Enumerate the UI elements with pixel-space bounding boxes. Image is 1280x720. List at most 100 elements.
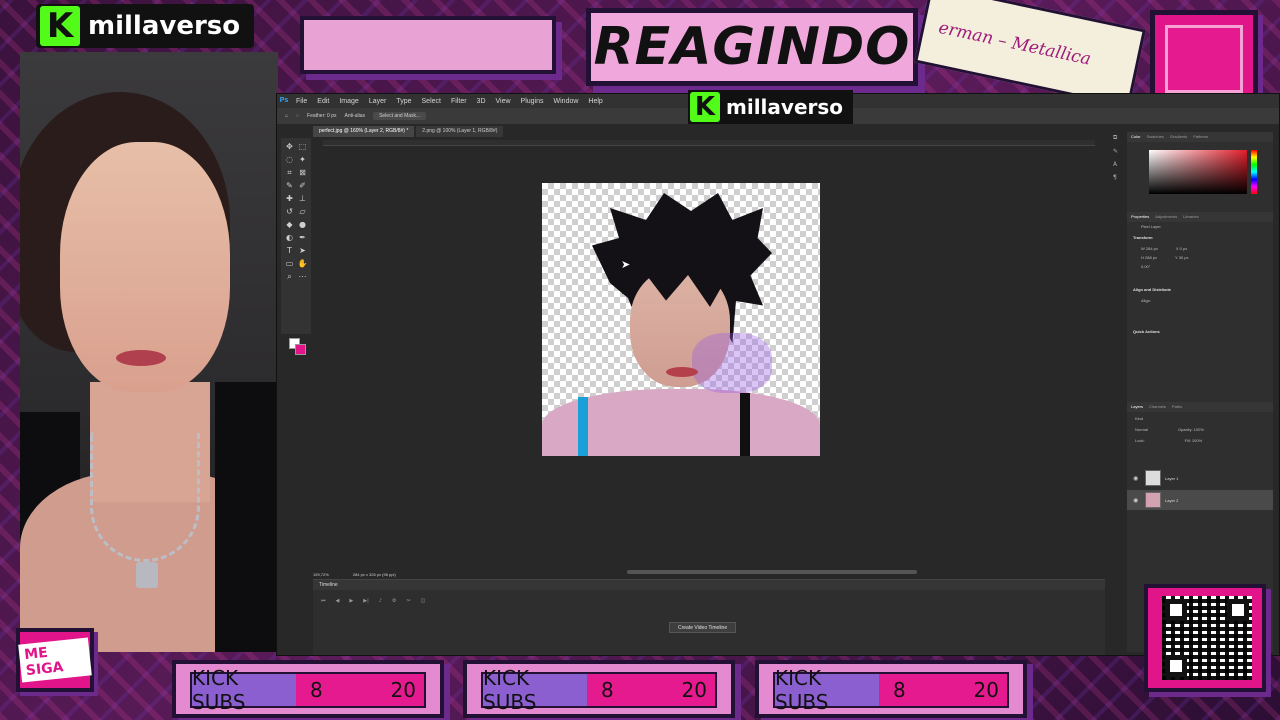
menu-plugins[interactable]: Plugins <box>516 98 549 105</box>
path-select-icon[interactable]: ➤ <box>297 245 308 256</box>
type-tool-icon[interactable]: T <box>284 245 295 256</box>
visibility-eye-icon[interactable]: ◉ <box>1133 475 1141 482</box>
menu-3d[interactable]: 3D <box>472 98 491 105</box>
stamp-tool-icon[interactable]: ⊥ <box>297 193 308 204</box>
brush-settings-icon[interactable]: ✎ <box>1113 148 1125 155</box>
follow-button[interactable]: ME SIGA <box>16 628 94 692</box>
tools-panel: ✥ ⬚ ◌ ✦ ⌗ ⊠ ✎ ✐ ✚ ⊥ ↺ ▱ ◆ ● ◐ ✒ T ➤ ▭ ✋ … <box>281 138 311 355</box>
dodge-tool-icon[interactable]: ◐ <box>284 232 295 243</box>
brush-tool-icon[interactable]: ✐ <box>297 180 308 191</box>
home-icon[interactable]: ⌂ <box>285 113 288 119</box>
eraser-icon[interactable]: ▱ <box>297 206 308 217</box>
tab-paths[interactable]: Paths <box>1172 404 1182 410</box>
document-canvas[interactable] <box>542 183 820 456</box>
document-size: 284 px x 326 px (96 ppi) <box>352 571 396 577</box>
right-panels: Color Swatches Gradients Patterns Proper… <box>1127 132 1273 652</box>
tab-properties[interactable]: Properties <box>1131 214 1149 220</box>
pen-tool-icon[interactable]: ✒ <box>297 232 308 243</box>
menu-filter[interactable]: Filter <box>446 98 472 105</box>
frame-tool-icon[interactable]: ⊠ <box>297 167 308 178</box>
eyedropper-icon[interactable]: ✎ <box>284 180 295 191</box>
feather-field[interactable]: Feather: 0 px <box>307 113 336 119</box>
angle-field[interactable]: 0,00° <box>1141 264 1150 269</box>
menu-select[interactable]: Select <box>417 98 446 105</box>
tab-perfect-jpg[interactable]: perfect.jpg @ 160% (Layer 2, RGB/8#) * <box>313 126 415 137</box>
settings-icon[interactable]: ⚙ <box>392 598 396 604</box>
rectangle-tool-icon[interactable]: ▭ <box>284 258 295 269</box>
history-icon[interactable]: ⧉ <box>1113 134 1125 142</box>
hue-slider[interactable] <box>1251 150 1257 194</box>
opacity-field[interactable]: Opacity: 100% <box>1178 427 1204 432</box>
document-tabs: perfect.jpg @ 160% (Layer 2, RGB/8#) * 2… <box>313 126 504 137</box>
visibility-eye-icon[interactable]: ◉ <box>1133 497 1141 504</box>
height-field[interactable]: H 288 px <box>1141 255 1157 260</box>
fill-field[interactable]: Fill: 100% <box>1185 438 1203 443</box>
crop-tool-icon[interactable]: ⌗ <box>284 167 295 178</box>
kick-logo-icon: K <box>40 6 80 46</box>
tab-patterns[interactable]: Patterns <box>1193 134 1208 140</box>
menu-image[interactable]: Image <box>334 98 363 105</box>
tab-2-png[interactable]: 2.png @ 100% (Layer 1, RGB/8#) <box>416 126 504 137</box>
layer-row[interactable]: ◉ Layer 2 <box>1127 490 1273 510</box>
more-tools-icon[interactable]: ⋯ <box>297 271 308 282</box>
marquee-tool-icon[interactable]: ⬚ <box>297 141 308 152</box>
photoshop-logo-icon: Ps <box>279 97 289 104</box>
character-icon[interactable]: A <box>1113 161 1125 168</box>
follow-label: ME SIGA <box>18 637 92 683</box>
zoom-level[interactable]: 159,72% <box>313 572 329 577</box>
qr-code-panel <box>1144 584 1266 692</box>
move-tool-icon[interactable]: ✥ <box>284 141 295 152</box>
blend-mode-select[interactable]: Normal <box>1135 427 1148 432</box>
y-field[interactable]: Y 30 px <box>1175 255 1189 260</box>
timeline-title: Timeline <box>313 580 1105 590</box>
create-video-timeline-button[interactable]: Create Video Timeline <box>669 622 737 633</box>
sub-goal-bar: KICK SUBS 8 20 <box>172 660 444 718</box>
tab-swatches[interactable]: Swatches <box>1147 134 1164 140</box>
play-icon[interactable]: ▶ <box>349 598 353 604</box>
lasso-tool-icon[interactable]: ◌ <box>284 154 295 165</box>
channel-brand: K millaverso <box>36 4 255 48</box>
tab-layers[interactable]: Layers <box>1131 404 1143 410</box>
transition-icon[interactable]: ◫ <box>421 598 426 604</box>
bucket-icon[interactable]: ◆ <box>284 219 295 230</box>
next-frame-icon[interactable]: ▶| <box>363 598 369 604</box>
menu-layer[interactable]: Layer <box>364 98 392 105</box>
tab-libraries[interactable]: Libraries <box>1183 214 1198 220</box>
healing-tool-icon[interactable]: ✚ <box>284 193 295 204</box>
select-and-mask-button[interactable]: Select and Mask... <box>373 112 427 120</box>
lasso-tool-icon[interactable]: ◌ <box>296 113 299 119</box>
anti-alias-checkbox[interactable]: Anti-alias <box>344 113 365 119</box>
paragraph-icon[interactable]: ¶ <box>1113 174 1125 181</box>
tab-adjustments[interactable]: Adjustments <box>1155 214 1177 220</box>
prev-frame-icon[interactable]: ◀ <box>336 598 340 604</box>
horizontal-scrollbar[interactable] <box>627 570 917 574</box>
first-frame-icon[interactable]: ⏮ <box>321 598 326 604</box>
panel-icons: ⧉ ✎ A ¶ <box>1113 134 1125 181</box>
background-color-swatch[interactable] <box>295 344 306 355</box>
magic-wand-icon[interactable]: ✦ <box>297 154 308 165</box>
width-field[interactable]: W 284 px <box>1141 246 1158 251</box>
blur-tool-icon[interactable]: ● <box>297 219 308 230</box>
audio-icon[interactable]: ♪ <box>379 598 382 604</box>
layer-row[interactable]: ◉ Layer 1 <box>1127 468 1273 488</box>
tab-color[interactable]: Color <box>1131 134 1141 140</box>
menu-edit[interactable]: Edit <box>312 98 334 105</box>
menu-window[interactable]: Window <box>549 98 584 105</box>
split-icon[interactable]: ✂ <box>406 598 410 604</box>
tab-channels[interactable]: Channels <box>1149 404 1166 410</box>
sub-goal-label: KICK SUBS <box>775 666 879 714</box>
menu-type[interactable]: Type <box>391 98 416 105</box>
x-field[interactable]: X 0 px <box>1176 246 1187 251</box>
menu-file[interactable]: File <box>291 98 312 105</box>
menu-view[interactable]: View <box>491 98 516 105</box>
properties-tabs: Properties Adjustments Libraries <box>1127 212 1273 222</box>
zoom-tool-icon[interactable]: ⌕ <box>284 271 295 282</box>
kind-filter[interactable]: Kind <box>1135 416 1143 421</box>
menu-help[interactable]: Help <box>583 98 607 105</box>
hand-tool-icon[interactable]: ✋ <box>297 258 308 269</box>
channel-brand-small: K millaverso <box>688 90 854 124</box>
color-panel-tabs: Color Swatches Gradients Patterns <box>1127 132 1273 142</box>
tab-gradients[interactable]: Gradients <box>1170 134 1187 140</box>
color-picker-field[interactable] <box>1149 150 1247 194</box>
history-brush-icon[interactable]: ↺ <box>284 206 295 217</box>
